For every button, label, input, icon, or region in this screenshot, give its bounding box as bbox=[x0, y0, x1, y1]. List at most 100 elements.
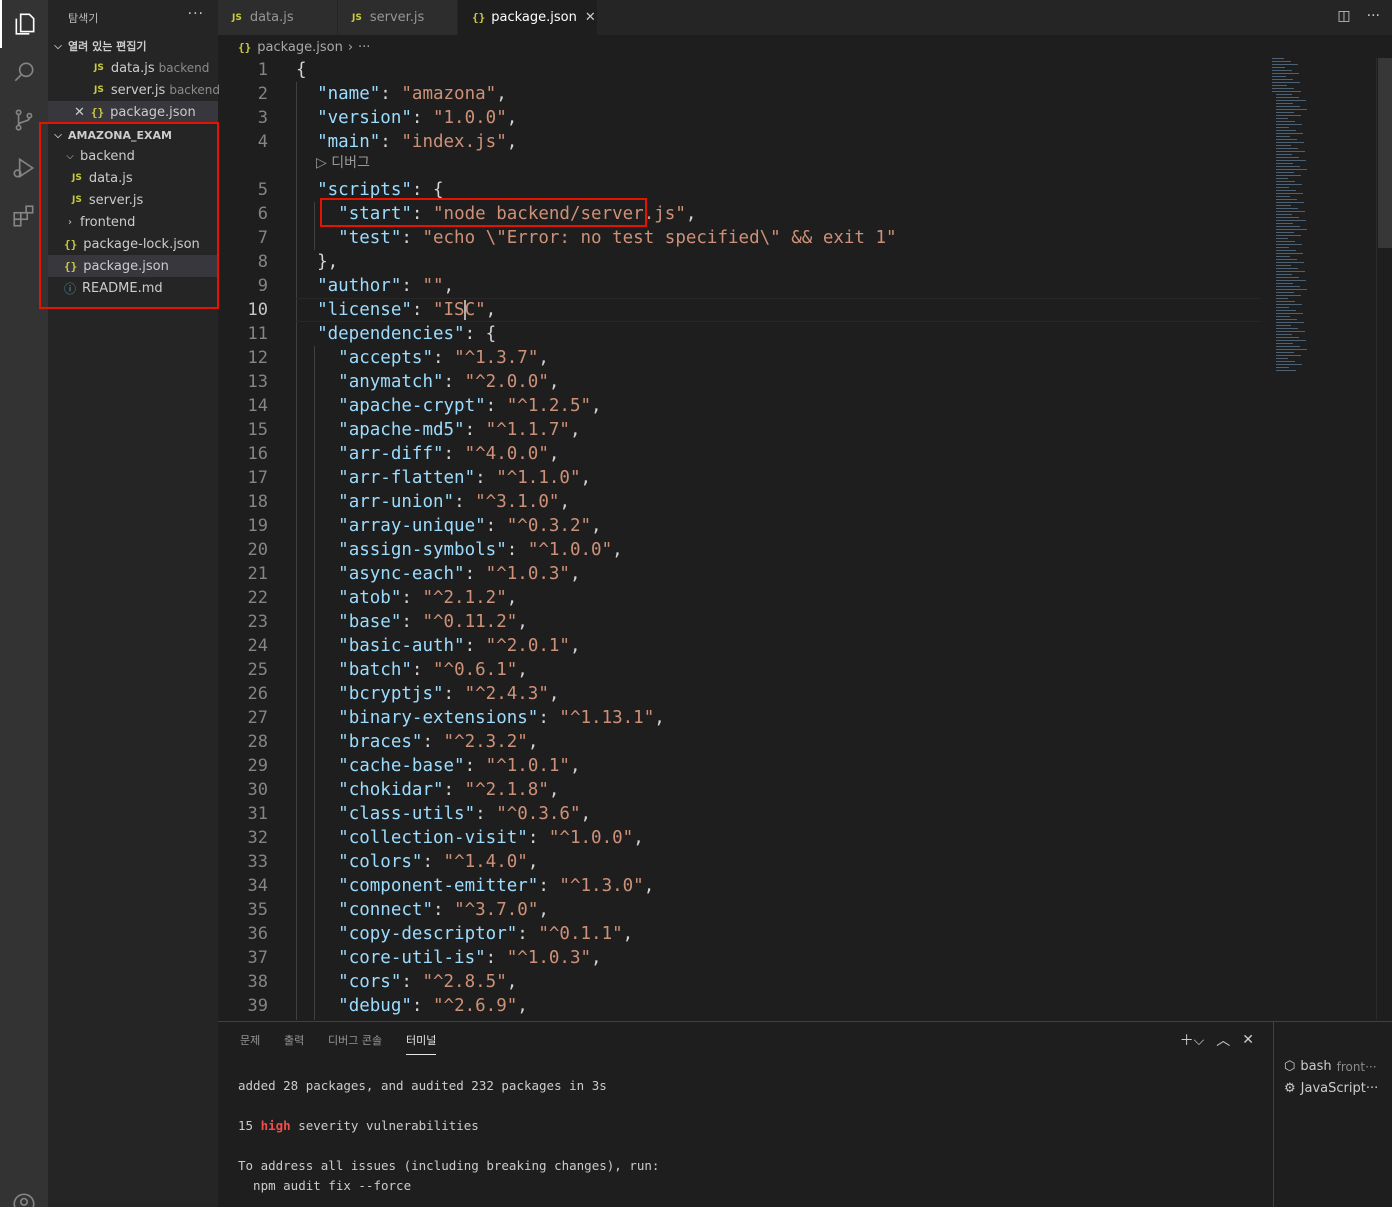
minimap-line bbox=[1272, 73, 1299, 74]
json-key: "license" bbox=[317, 300, 412, 320]
minimap-line bbox=[1276, 310, 1296, 311]
line-number: 3 bbox=[257, 108, 268, 128]
minimap-line bbox=[1276, 214, 1292, 215]
minimap-line bbox=[1276, 103, 1293, 104]
json-file-icon: {} bbox=[238, 40, 252, 54]
json-key: "basic-auth" bbox=[338, 636, 465, 656]
code-editor[interactable]: 1 2 3 4 5 6 7 8 9 10 11 12 13 14 15 16 17 18 19 20 21 22 23 24 2… bbox=[218, 58, 1392, 1020]
more-actions-icon[interactable]: ··· bbox=[188, 6, 204, 22]
minimap-line bbox=[1276, 145, 1291, 146]
json-key: "apache-crypt" bbox=[338, 396, 486, 416]
minimap-line bbox=[1276, 238, 1288, 239]
json-value: "^2.4.3" bbox=[464, 684, 549, 704]
breadcrumb: {} package.json › ··· bbox=[238, 37, 370, 57]
minimap-line bbox=[1276, 157, 1299, 158]
line-number: 7 bbox=[257, 228, 268, 248]
close-icon[interactable]: ✕ bbox=[585, 10, 596, 25]
code-line: "author": "", bbox=[317, 276, 455, 296]
search-icon[interactable] bbox=[0, 48, 48, 96]
minimap-line bbox=[1276, 217, 1299, 218]
maximize-panel-icon[interactable]: ︿ bbox=[1216, 1030, 1230, 1050]
line-number: 38 bbox=[247, 972, 268, 992]
minimap-line bbox=[1276, 364, 1302, 365]
minimap-line bbox=[1276, 346, 1300, 347]
json-value: "^1.0.0" bbox=[527, 540, 613, 560]
minimap-line bbox=[1272, 64, 1298, 65]
tab-terminal[interactable]: 터미널 bbox=[406, 1032, 437, 1055]
tab-problems[interactable]: 문제 bbox=[240, 1032, 260, 1048]
minimap[interactable] bbox=[1270, 58, 1340, 378]
terminal-severity: high bbox=[260, 1118, 291, 1133]
json-file-icon: {} bbox=[90, 105, 105, 119]
more-actions-icon[interactable]: ··· bbox=[1367, 8, 1380, 24]
line-number: 20 bbox=[247, 540, 268, 560]
explorer-icon[interactable] bbox=[0, 0, 48, 48]
open-editor-desc: backend bbox=[169, 83, 221, 97]
open-editor-name: data.js bbox=[110, 60, 155, 76]
line-number: 27 bbox=[247, 708, 268, 728]
tab-server-js[interactable]: JS server.js bbox=[338, 0, 458, 35]
line-number: 1 bbox=[257, 60, 268, 80]
json-key: "assign-symbols" bbox=[338, 540, 507, 560]
dependency-line: "braces": "^2.3.2", bbox=[338, 732, 539, 752]
close-panel-icon[interactable]: ✕ bbox=[1242, 1032, 1254, 1048]
dependency-line: "async-each": "^1.0.3", bbox=[338, 564, 581, 584]
account-icon[interactable] bbox=[0, 1180, 48, 1207]
terminal-name: JavaScript··· bbox=[1300, 1081, 1379, 1096]
dependency-line: "connect": "^3.7.0", bbox=[338, 900, 549, 920]
breadcrumb-more[interactable]: ··· bbox=[358, 40, 370, 55]
dependency-line: "binary-extensions": "^1.13.1", bbox=[338, 708, 665, 728]
minimap-line bbox=[1276, 235, 1301, 236]
line-number: 12 bbox=[247, 348, 268, 368]
minimap-line bbox=[1272, 85, 1287, 86]
workspace-highlight-box bbox=[39, 122, 219, 309]
dependency-line: "apache-crypt": "^1.2.5", bbox=[338, 396, 602, 416]
open-editor-item-data-js[interactable]: JS data.js backend bbox=[48, 57, 218, 79]
dependency-line: "cors": "^2.8.5", bbox=[338, 972, 518, 992]
terminal-output-line: To address all issues (including breakin… bbox=[238, 1158, 660, 1173]
minimap-line bbox=[1276, 112, 1294, 113]
json-key: "connect" bbox=[338, 900, 433, 920]
minimap-line bbox=[1276, 328, 1298, 329]
minimap-line bbox=[1276, 301, 1295, 302]
tab-data-js[interactable]: JS data.js bbox=[218, 0, 338, 35]
new-terminal-icon[interactable]: ＋⌵ bbox=[1180, 1030, 1205, 1050]
json-value: "^2.0.0" bbox=[464, 372, 549, 392]
open-editor-item-server-js[interactable]: JS server.js backend bbox=[48, 79, 221, 101]
minimap-line bbox=[1276, 277, 1299, 278]
minimap-line bbox=[1272, 82, 1300, 83]
open-editors-section[interactable]: ⌵ 열려 있는 편집기 bbox=[48, 35, 218, 57]
dependency-line: "accepts": "^1.3.7", bbox=[338, 348, 549, 368]
chevron-down-icon: ⌵ bbox=[54, 40, 62, 52]
terminal-item-bash[interactable]: ⬡ bash front··· bbox=[1284, 1059, 1377, 1074]
dependency-line: "chokidar": "^2.1.8", bbox=[338, 780, 560, 800]
json-value: "^1.2.5" bbox=[506, 396, 592, 416]
minimap-line bbox=[1272, 79, 1293, 80]
tab-package-json[interactable]: {} package.json ✕ bbox=[458, 0, 598, 35]
line-number: 35 bbox=[247, 900, 268, 920]
minimap-line bbox=[1276, 94, 1292, 95]
minimap-line bbox=[1276, 292, 1294, 293]
sidebar-title: 탐색기 bbox=[68, 12, 99, 25]
tab-debug-console[interactable]: 디버그 콘솔 bbox=[328, 1032, 382, 1048]
terminal-item-javascript[interactable]: ⚙ JavaScript··· bbox=[1284, 1081, 1378, 1096]
line-number: 22 bbox=[247, 588, 268, 608]
close-icon[interactable]: ✕ bbox=[74, 105, 85, 120]
minimap-line bbox=[1276, 304, 1302, 305]
minimap-line bbox=[1276, 256, 1290, 257]
tab-output[interactable]: 출력 bbox=[284, 1032, 304, 1048]
debug-codelens[interactable]: ▷ 디버그 bbox=[316, 152, 370, 172]
split-editor-icon[interactable]: ◫ bbox=[1337, 8, 1350, 24]
json-key: "bcryptjs" bbox=[338, 684, 444, 704]
dependency-line: "colors": "^1.4.0", bbox=[338, 852, 539, 872]
breadcrumb-file[interactable]: package.json bbox=[257, 40, 343, 55]
dependency-line: "batch": "^0.6.1", bbox=[338, 660, 528, 680]
minimap-line bbox=[1272, 67, 1285, 68]
vertical-scrollbar[interactable] bbox=[1378, 58, 1392, 248]
json-value: "^1.0.3" bbox=[485, 564, 570, 584]
open-editor-item-package-json[interactable]: ✕ {} package.json bbox=[48, 101, 218, 123]
line-number: 2 bbox=[257, 84, 268, 104]
json-value: "^2.3.2" bbox=[443, 732, 528, 752]
js-file-icon: JS bbox=[94, 63, 104, 73]
terminal-text: 15 bbox=[238, 1118, 261, 1133]
